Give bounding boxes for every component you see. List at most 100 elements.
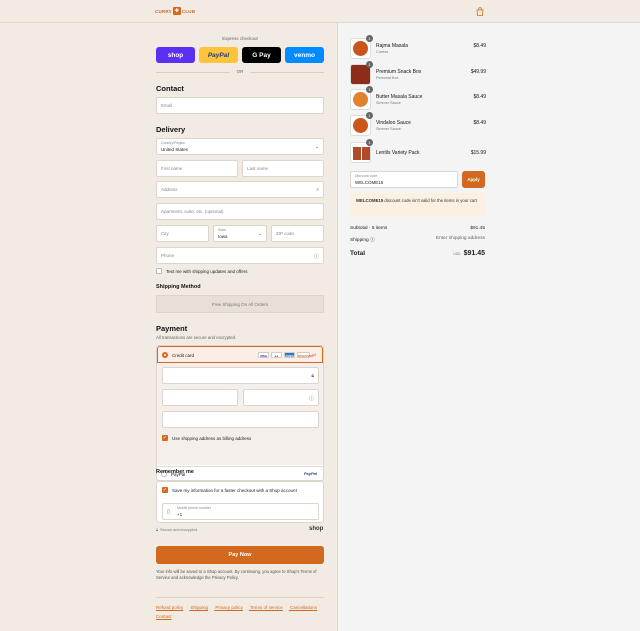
item-subtitle: Simmer Sauce xyxy=(376,127,401,131)
privacy-policy-footer-link[interactable]: Privacy policy xyxy=(215,605,243,610)
shipping-method-box: Free Shipping On All Orders xyxy=(156,295,324,313)
first-name-placeholder: First name xyxy=(161,166,183,171)
zip-field[interactable]: ZIP code xyxy=(271,225,324,242)
billing-same-text: Use shipping address as billing address xyxy=(172,435,252,441)
contact-title: Contact xyxy=(156,84,184,93)
cart-item: 1 Premium Snack Box Personal Box $49.99 xyxy=(350,61,486,87)
security-code-field[interactable]: ⓘ xyxy=(243,389,319,406)
shipping-method-title: Shipping Method xyxy=(156,284,201,290)
sms-checkbox[interactable] xyxy=(156,268,162,274)
payment-title: Payment xyxy=(156,324,188,333)
phone-field[interactable]: Phone ⓘ xyxy=(156,247,324,264)
cart-item: 1 Butter Masala Sauce Simmer Sauce $8.49 xyxy=(350,86,486,112)
card-number-field[interactable]: 🔒︎ xyxy=(162,367,319,384)
checkout-form-pane: Express checkout shop PayPal G Pay venmo… xyxy=(0,23,337,631)
terms-of-service-footer-link[interactable]: Terms of service xyxy=(250,605,283,610)
country-label: Country/Region xyxy=(161,141,186,145)
payment-methods: Credit card VISA ●● AMEX DISCOVER +4 🔒︎ … xyxy=(156,345,324,481)
address-field[interactable]: Address ⌕ xyxy=(156,181,324,198)
store-logo[interactable]: CURRY ✚ CLUB xyxy=(155,7,195,15)
apply-button[interactable]: Apply xyxy=(462,171,485,188)
discount-label: Discount code xyxy=(355,174,378,178)
billing-checkbox[interactable]: ✓ xyxy=(162,435,168,441)
city-field[interactable]: City xyxy=(156,225,209,242)
shipping-row: Shipping ⓘ Enter shipping address xyxy=(350,236,485,243)
legal-end: . xyxy=(237,575,239,580)
currency-code: USD xyxy=(453,252,461,256)
mobile-phone-icon: ▯ xyxy=(167,509,170,515)
item-subtitle: Simmer Sauce xyxy=(376,101,401,105)
lock-icon: 🔒︎ xyxy=(156,528,159,532)
item-name: Lentils Variety Pack xyxy=(376,150,420,156)
paypal-button[interactable]: PayPal xyxy=(199,47,238,63)
visa-icon: VISA xyxy=(258,352,269,358)
first-name-field[interactable]: First name xyxy=(156,160,238,177)
item-subtitle: Curries xyxy=(376,50,389,54)
state-select[interactable]: State Iowa ⌄ xyxy=(213,225,267,242)
sms-opt-in[interactable]: Text me with shipping updates and offers xyxy=(156,268,247,274)
help-circle-icon[interactable]: ⓘ xyxy=(370,238,375,243)
shipping-label-wrap: Shipping ⓘ xyxy=(350,236,375,243)
cart-item: 1 Lentils Variety Pack $15.99 xyxy=(350,139,486,165)
email-field[interactable]: Email xyxy=(156,97,324,114)
remember-me-title: Remember me xyxy=(156,469,194,475)
credit-card-radio[interactable] xyxy=(162,352,168,358)
privacy-policy-link[interactable]: Privacy Policy xyxy=(212,575,238,580)
shopping-bag-icon[interactable] xyxy=(476,7,484,16)
venmo-button[interactable]: venmo xyxy=(285,47,324,63)
mobile-value: +1 xyxy=(177,512,183,517)
google-pay-button[interactable]: G Pay xyxy=(242,47,281,63)
contact-link[interactable]: Contact xyxy=(156,614,172,619)
state-value: Iowa xyxy=(218,234,228,239)
help-circle-icon[interactable]: ⓘ xyxy=(314,253,319,260)
apartment-field[interactable]: Apartment, suite, etc. (optional) xyxy=(156,203,324,220)
pay-now-button[interactable]: Pay Now xyxy=(156,546,324,564)
delivery-title: Delivery xyxy=(156,125,186,134)
address-placeholder: Address xyxy=(161,187,178,192)
discount-code-field[interactable]: Discount code WELCOME15 xyxy=(350,171,458,188)
shipping-label: Shipping xyxy=(350,238,369,243)
logo-text-right: CLUB xyxy=(181,8,196,14)
item-price: $8.49 xyxy=(473,120,486,126)
shop-logo: shop xyxy=(309,526,324,532)
item-name: Premium Snack Box xyxy=(376,69,422,75)
shop-pay-button[interactable]: shop xyxy=(156,47,195,63)
subtotal-value: $91.45 xyxy=(470,226,485,231)
credit-card-option[interactable]: Credit card VISA ●● AMEX DISCOVER +4 xyxy=(157,346,323,363)
payment-subtitle: All transactions are secure and encrypte… xyxy=(156,335,237,340)
help-circle-icon[interactable]: ⓘ xyxy=(309,395,314,402)
or-text: OR xyxy=(236,69,244,74)
logo-text-left: CURRY xyxy=(155,8,172,14)
save-info-checkbox[interactable]: ✓ xyxy=(162,487,168,493)
secure-text: Secure and encrypted xyxy=(160,528,198,532)
country-value: United States xyxy=(161,147,189,152)
last-name-field[interactable]: Last name xyxy=(242,160,324,177)
city-placeholder: City xyxy=(161,231,169,236)
country-select[interactable]: Country/Region United States ⌄ xyxy=(156,138,324,155)
mastercard-icon: ●● xyxy=(271,352,282,358)
shipping-value: Enter shipping address xyxy=(435,236,485,241)
top-bar: CURRY ✚ CLUB xyxy=(0,0,640,23)
item-name: Vindaloo Sauce xyxy=(376,120,411,126)
refund-policy-link[interactable]: Refund policy xyxy=(156,605,183,610)
quantity-badge: 1 xyxy=(366,61,373,68)
express-buttons: shop PayPal G Pay venmo xyxy=(156,47,324,63)
mobile-label: Mobile phone number xyxy=(177,506,211,510)
expiration-field[interactable] xyxy=(162,389,238,406)
notice-text: discount code isn't valid for the items … xyxy=(384,198,477,203)
save-info-option[interactable]: ✓ Save my information for a faster check… xyxy=(162,487,297,493)
billing-same-option[interactable]: ✓ Use shipping address as billing addres… xyxy=(162,435,251,441)
item-price: $8.49 xyxy=(473,94,486,100)
mobile-phone-field[interactable]: ▯ Mobile phone number +1 xyxy=(162,503,319,520)
subtotal-label: Subtotal · 5 items xyxy=(350,226,388,231)
zip-placeholder: ZIP code xyxy=(276,231,294,236)
name-on-card-field[interactable] xyxy=(162,411,319,428)
cancellations-link[interactable]: Cancellations xyxy=(290,605,317,610)
quantity-badge: 1 xyxy=(366,139,373,146)
search-icon: ⌕ xyxy=(316,187,319,193)
amex-icon: AMEX xyxy=(284,352,295,358)
shipping-link[interactable]: Shipping xyxy=(191,605,209,610)
state-label: State xyxy=(218,228,227,232)
card-details-panel: 🔒︎ ⓘ ✓ Use shipping address as billing a… xyxy=(157,363,323,465)
footer-links: Refund policy Shipping Privacy policy Te… xyxy=(156,603,326,621)
